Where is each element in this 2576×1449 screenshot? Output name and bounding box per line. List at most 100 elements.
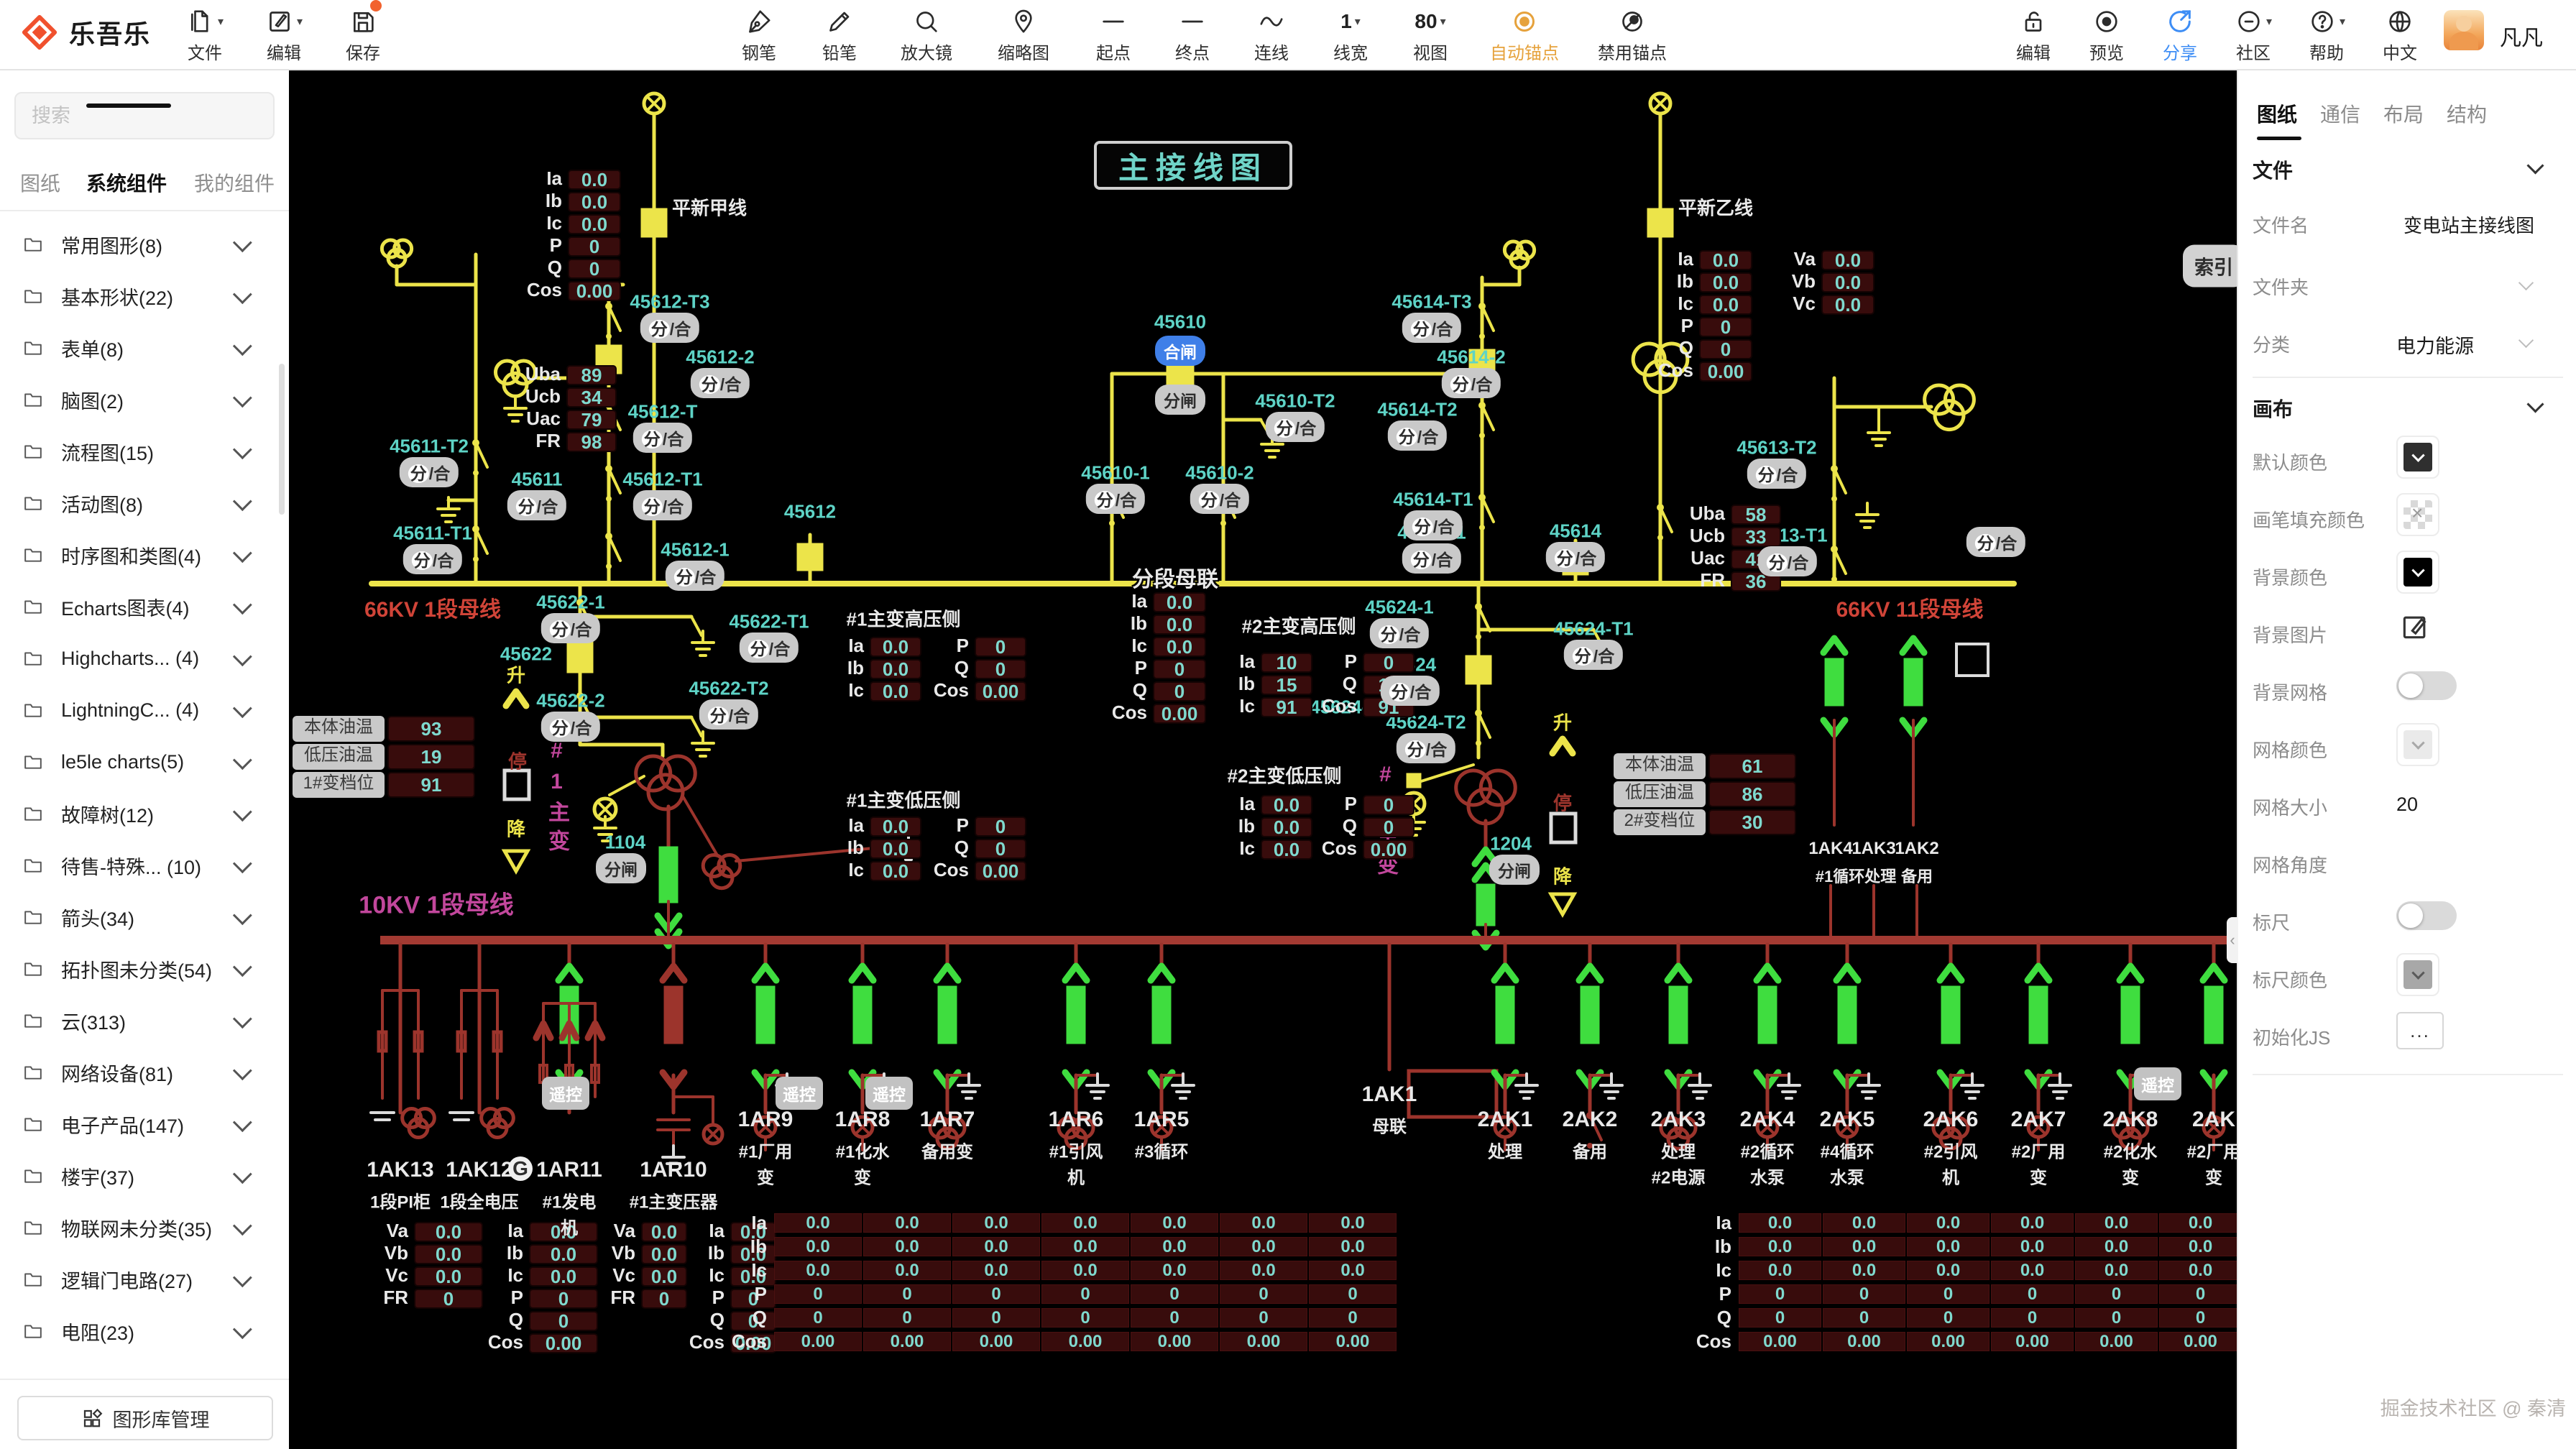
sidebar-category-6[interactable]: 时序图和类图(4): [0, 529, 289, 581]
open-close-badge[interactable]: 分/合: [1370, 618, 1429, 648]
toolbar-button-disable-anchor[interactable]: 禁用锚点: [1578, 0, 1686, 69]
open-close-badge[interactable]: 分/合: [633, 423, 692, 453]
color-swatch[interactable]: [2396, 436, 2439, 479]
panel-tab-图纸[interactable]: 图纸: [2257, 99, 2297, 128]
open-close-badge[interactable]: 分/合: [1442, 368, 1501, 398]
toolbar-button-视图[interactable]: 80▾视图: [1390, 0, 1471, 69]
toolbar-button-unlock[interactable]: 编辑: [1997, 0, 2070, 69]
open-close-badge[interactable]: 分/合: [403, 544, 462, 574]
sidebar-category-14[interactable]: 拓扑图未分类(54): [0, 943, 289, 995]
open-breaker-badge[interactable]: 分闸: [1155, 385, 1205, 415]
chevron-down-icon[interactable]: [233, 1216, 252, 1236]
chevron-down-icon[interactable]: [233, 233, 252, 252]
row-value[interactable]: 变电站主接线图: [2404, 211, 2534, 238]
open-editor-button[interactable]: ...: [2396, 1012, 2444, 1049]
open-close-badge[interactable]: 分/合: [1564, 640, 1623, 670]
open-close-badge[interactable]: 分/合: [640, 313, 699, 343]
chevron-down-icon[interactable]: [233, 285, 252, 304]
chevron-down-icon[interactable]: [233, 336, 252, 356]
open-breaker-badge[interactable]: 分闸: [596, 853, 646, 883]
chevron-down-icon[interactable]: [233, 1268, 252, 1287]
sidebar-tab-1[interactable]: 系统组件: [86, 168, 167, 197]
sidebar-category-15[interactable]: 云(313): [0, 995, 289, 1046]
sidebar-category-11[interactable]: 故障树(12): [0, 788, 289, 840]
sidebar-tab-2[interactable]: 我的组件: [194, 168, 275, 197]
toolbar-button-pen[interactable]: 钢笔: [719, 0, 799, 69]
panel-section-画布[interactable]: 画布: [2253, 394, 2563, 423]
sidebar-tab-0[interactable]: 图纸: [20, 168, 60, 197]
row-value[interactable]: 20: [2396, 794, 2418, 816]
close-breaker-badge[interactable]: 合闸: [1155, 336, 1205, 366]
toolbar-button-preview[interactable]: 预览: [2070, 0, 2143, 69]
open-close-badge[interactable]: 分/合: [1402, 543, 1461, 574]
toolbar-button-file[interactable]: ▾文件: [165, 0, 244, 69]
panel-tab-结构[interactable]: 结构: [2447, 99, 2487, 128]
toolbar-button-share[interactable]: 分享: [2143, 0, 2217, 69]
toolbar-button-线宽[interactable]: 1▾线宽: [1311, 0, 1390, 69]
remote-control-badge[interactable]: 遥控: [542, 1077, 589, 1110]
open-close-badge[interactable]: 分/合: [1388, 420, 1447, 451]
sidebar-category-5[interactable]: 活动图(8): [0, 477, 289, 529]
toolbar-button-auto-anchor[interactable]: 自动锚点: [1471, 0, 1578, 69]
toolbar-button-line-start[interactable]: 起点: [1074, 0, 1153, 69]
open-close-badge[interactable]: 分/合: [691, 368, 750, 398]
panel-section-文件[interactable]: 文件: [2253, 155, 2563, 184]
remote-control-badge[interactable]: 遥控: [865, 1077, 913, 1110]
open-close-badge[interactable]: 分/合: [1966, 527, 2025, 557]
chevron-down-icon[interactable]: [2518, 333, 2534, 348]
chevron-down-icon[interactable]: [233, 1164, 252, 1184]
sidebar-category-12[interactable]: 待售-特殊... (10): [0, 840, 289, 891]
open-close-badge[interactable]: 分/合: [1747, 459, 1806, 489]
open-close-badge[interactable]: 分/合: [699, 699, 758, 730]
panel-collapse-handle[interactable]: ‹: [2227, 917, 2238, 963]
sidebar-category-10[interactable]: le5le charts(5): [0, 736, 289, 788]
toolbar-button-pencil[interactable]: 铅笔: [799, 0, 880, 69]
chevron-down-icon[interactable]: [233, 1320, 252, 1339]
chevron-down-icon[interactable]: [233, 647, 252, 666]
toggle-switch[interactable]: [2396, 671, 2457, 700]
sidebar-category-16[interactable]: 网络设备(81): [0, 1046, 289, 1098]
toolbar-button-magnifier[interactable]: 放大镜: [880, 0, 973, 69]
chevron-down-icon[interactable]: [233, 802, 252, 822]
chevron-down-icon[interactable]: [233, 543, 252, 563]
chevron-down-icon[interactable]: [233, 957, 252, 977]
open-close-badge[interactable]: 分/合: [1402, 313, 1461, 343]
toolbar-button-line-end[interactable]: 终点: [1153, 0, 1232, 69]
open-close-badge[interactable]: 分/合: [507, 490, 566, 520]
remote-control-badge[interactable]: 遥控: [2134, 1067, 2181, 1100]
open-close-badge[interactable]: 分/合: [1086, 484, 1145, 514]
search-input[interactable]: [14, 92, 275, 139]
sidebar-scrollbar[interactable]: [279, 364, 285, 515]
sidebar-category-13[interactable]: 箭头(34): [0, 891, 289, 943]
open-close-badge[interactable]: 分/合: [633, 490, 692, 520]
sidebar-category-8[interactable]: Highcharts... (4): [0, 632, 289, 684]
color-swatch[interactable]: [2396, 723, 2439, 766]
open-close-badge[interactable]: 分/合: [1546, 542, 1605, 572]
sidebar-category-4[interactable]: 流程图(15): [0, 426, 289, 477]
chevron-down-icon[interactable]: [233, 750, 252, 770]
sidebar-category-20[interactable]: 逻辑门电路(27): [0, 1254, 289, 1305]
toolbar-button-community[interactable]: ▾社区: [2217, 0, 2290, 69]
open-close-badge[interactable]: 分/合: [1404, 510, 1463, 540]
chevron-down-icon[interactable]: [233, 595, 252, 615]
open-close-badge[interactable]: 分/合: [666, 561, 724, 591]
sidebar-category-21[interactable]: 电阻(23): [0, 1305, 289, 1357]
library-manage-button[interactable]: 图形库管理: [17, 1396, 273, 1440]
edit-image-icon[interactable]: [2399, 611, 2431, 646]
panel-tab-通信[interactable]: 通信: [2320, 99, 2360, 128]
sidebar-category-7[interactable]: Echarts图表(4): [0, 581, 289, 632]
sidebar-category-3[interactable]: 脑图(2): [0, 374, 289, 426]
avatar[interactable]: [2444, 10, 2484, 50]
open-close-badge[interactable]: 分/合: [541, 613, 600, 643]
open-close-badge[interactable]: 分/合: [1758, 546, 1817, 576]
remote-control-badge[interactable]: 遥控: [776, 1077, 823, 1110]
toolbar-button-help[interactable]: ▾帮助: [2290, 0, 2363, 69]
chevron-down-icon[interactable]: [2526, 157, 2544, 174]
open-close-badge[interactable]: 分/合: [740, 632, 799, 663]
open-close-badge[interactable]: 分/合: [1381, 676, 1440, 706]
transparent-color-swatch[interactable]: [2396, 493, 2439, 536]
open-close-badge[interactable]: 分/合: [1190, 484, 1249, 514]
toolbar-button-edit[interactable]: ▾编辑: [244, 0, 323, 69]
chevron-down-icon[interactable]: [233, 854, 252, 873]
panel-tab-布局[interactable]: 布局: [2383, 99, 2424, 128]
